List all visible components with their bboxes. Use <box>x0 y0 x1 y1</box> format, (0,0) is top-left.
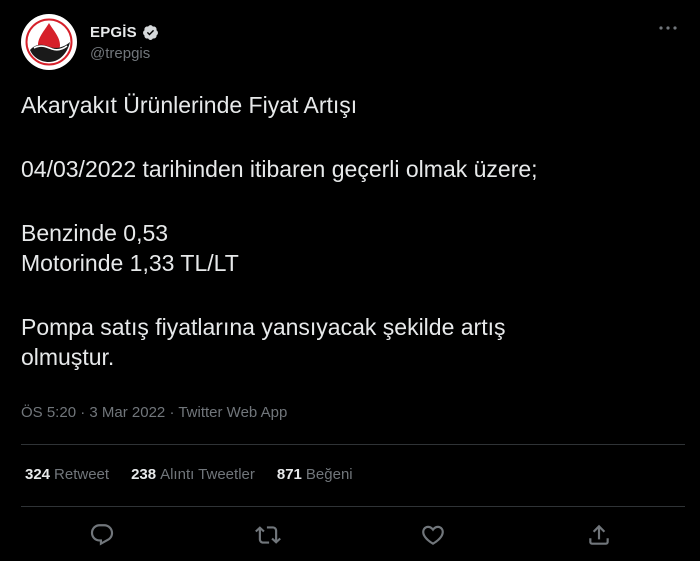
retweets-label: Retweet <box>54 466 110 483</box>
tweet-line: 04/03/2022 tarihinden itibaren geçerli o… <box>21 156 538 182</box>
tweet-actions <box>0 518 700 550</box>
tweet-line: Akaryakıt Ürünlerinde Fiyat Artışı <box>21 92 358 118</box>
retweet-icon[interactable] <box>255 522 281 548</box>
tweet-line: Benzinde 0,53 <box>21 220 169 246</box>
tweet-time[interactable]: ÖS 5:20 <box>21 404 76 421</box>
quotes-stat[interactable]: 238 Alıntı Tweetler <box>131 466 255 483</box>
tweet-stats: 324 Retweet 238 Alıntı Tweetler 871 Beğeni <box>25 466 375 483</box>
meta-separator: · <box>165 404 179 421</box>
heart-icon[interactable] <box>420 522 446 548</box>
tweet-header: EPGİS @trepgis <box>21 14 680 72</box>
divider <box>21 444 685 445</box>
epgis-logo-icon <box>21 14 77 70</box>
share-icon[interactable] <box>586 522 612 548</box>
likes-stat[interactable]: 871 Beğeni <box>277 466 353 483</box>
quotes-label: Alıntı Tweetler <box>160 466 255 483</box>
tweet-line: Motorinde 1,33 TL/LT <box>21 250 239 276</box>
more-options-icon[interactable] <box>656 18 680 38</box>
name-row: EPGİS <box>90 22 159 42</box>
likes-label: Beğeni <box>305 466 353 483</box>
tweet-metadata: ÖS 5:20 · 3 Mar 2022 · Twitter Web App <box>21 404 287 421</box>
verified-badge-icon <box>142 24 159 41</box>
tweet-card: EPGİS @trepgis Akaryakıt Ürünlerinde Fiy… <box>0 0 700 561</box>
tweet-date[interactable]: 3 Mar 2022 <box>89 404 165 421</box>
tweet-line: Pompa satış fiyatlarına yansıyacak şekil… <box>21 314 506 340</box>
tweet-line: olmuştur. <box>21 344 115 370</box>
quotes-count: 238 <box>131 466 157 483</box>
retweets-count: 324 <box>25 466 51 483</box>
handle[interactable]: @trepgis <box>90 45 159 62</box>
author-info: EPGİS @trepgis <box>90 22 159 62</box>
source-app[interactable]: Twitter Web App <box>178 404 287 421</box>
likes-count: 871 <box>276 466 302 483</box>
meta-separator: · <box>76 404 90 421</box>
display-name[interactable]: EPGİS <box>90 24 137 41</box>
retweets-stat[interactable]: 324 Retweet <box>25 466 109 483</box>
tweet-text: Akaryakıt Ürünlerinde Fiyat Artışı 04/03… <box>21 90 661 372</box>
avatar[interactable] <box>21 14 77 70</box>
divider <box>21 506 685 507</box>
reply-icon[interactable] <box>89 522 115 548</box>
